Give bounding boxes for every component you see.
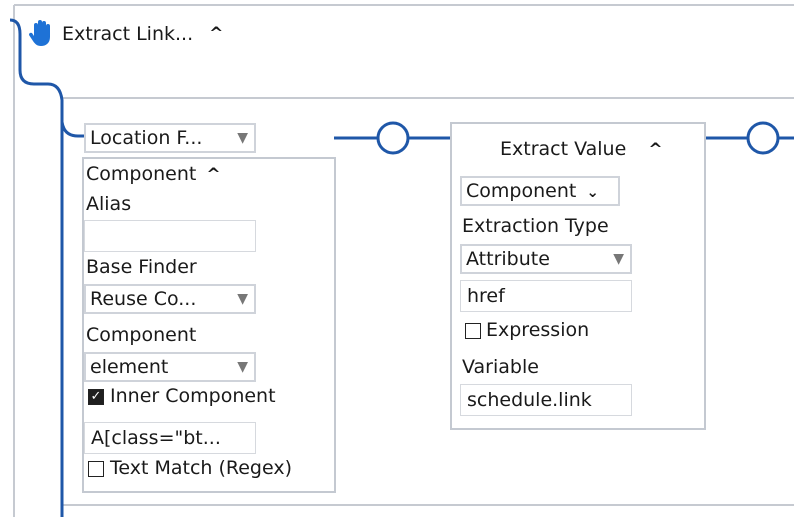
chevron-down-icon: ⌄ xyxy=(586,183,599,201)
selector-field[interactable]: A[class="bt... xyxy=(84,422,256,454)
alias-field[interactable] xyxy=(84,220,256,252)
component-header[interactable]: Component ^ xyxy=(86,163,221,185)
hand-icon xyxy=(26,18,58,50)
dropdown-arrow-icon: ▼ xyxy=(237,130,248,146)
extract-value-header[interactable]: Extract Value ^ xyxy=(500,138,663,160)
variable-label: Variable xyxy=(462,356,539,378)
extraction-type-select[interactable]: Attribute ▼ xyxy=(460,244,632,274)
extraction-type-select-value: Attribute xyxy=(466,248,550,270)
collapse-chevron-icon[interactable]: ^ xyxy=(209,24,223,44)
component-select-value: element xyxy=(90,356,169,378)
connector-node-left xyxy=(376,121,410,155)
connector-node-right xyxy=(746,121,780,155)
variable-field[interactable]: schedule.link xyxy=(460,384,632,416)
extract-value-title: Extract Value xyxy=(500,138,627,160)
component-collapse-chevron-icon[interactable]: ^ xyxy=(206,165,220,185)
expression-label: Expression xyxy=(486,319,590,341)
extract-component-select-label: Component xyxy=(466,180,577,202)
extract-value-collapse-chevron-icon[interactable]: ^ xyxy=(648,140,662,160)
base-finder-select[interactable]: Reuse Co... ▼ xyxy=(84,284,256,314)
alias-label: Alias xyxy=(86,193,132,215)
extraction-type-label: Extraction Type xyxy=(462,215,609,237)
component-label: Component xyxy=(86,324,197,346)
dropdown-arrow-icon: ▼ xyxy=(237,291,248,307)
dropdown-arrow-icon: ▼ xyxy=(613,251,624,267)
location-finder-select[interactable]: Location F... ▼ xyxy=(84,123,256,153)
component-header-label: Component xyxy=(86,163,197,185)
top-block-title: Extract Link... xyxy=(62,23,194,45)
top-block-header[interactable]: Extract Link... ^ xyxy=(26,18,223,50)
component-select[interactable]: element ▼ xyxy=(84,352,256,382)
dropdown-arrow-icon: ▼ xyxy=(237,359,248,375)
text-match-label: Text Match (Regex) xyxy=(110,457,293,479)
expression-checkbox[interactable] xyxy=(465,323,481,339)
base-finder-label: Base Finder xyxy=(86,256,197,278)
location-finder-select-label: Location F... xyxy=(90,127,203,149)
extract-component-select[interactable]: Component ⌄ xyxy=(460,176,620,206)
base-finder-select-value: Reuse Co... xyxy=(90,288,197,310)
inner-component-label: Inner Component xyxy=(110,385,276,407)
inner-component-checkbox[interactable] xyxy=(88,389,104,405)
text-match-checkbox[interactable] xyxy=(88,461,104,477)
attribute-field[interactable]: href xyxy=(460,280,632,312)
